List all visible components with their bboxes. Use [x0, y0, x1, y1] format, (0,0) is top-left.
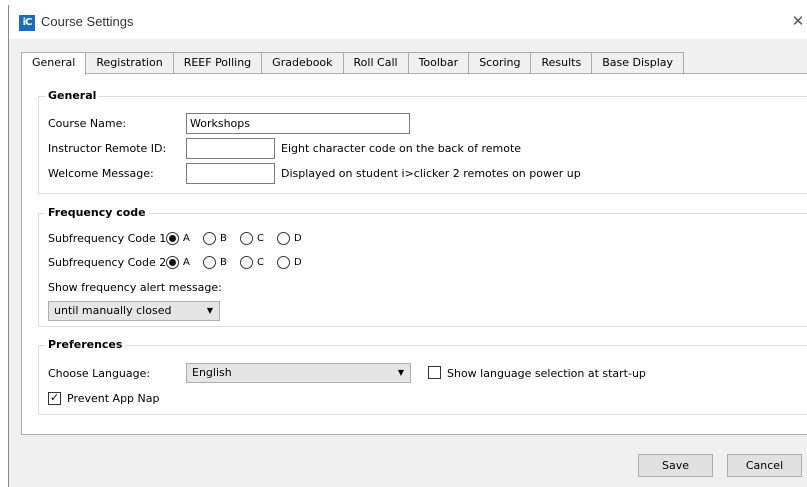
chevron-down-icon: ▼ — [397, 368, 404, 377]
welcome-message-input[interactable] — [186, 163, 275, 184]
cancel-button[interactable]: Cancel — [727, 454, 802, 477]
close-icon[interactable]: ✕ — [790, 13, 806, 29]
sub1-option-a-label: A — [183, 233, 190, 244]
show-language-label: Show language selection at start-up — [447, 367, 646, 380]
sub1-option-c-label: C — [257, 233, 264, 244]
sub2-option-a-label: A — [183, 257, 190, 268]
tab-gradebook[interactable]: Gradebook — [261, 52, 344, 74]
sub1-option-d-label: D — [294, 233, 302, 244]
tab-base-display[interactable]: Base Display — [591, 52, 685, 74]
title-bar: iC Course Settings ✕ — [9, 5, 807, 39]
sub2-option-c-label: C — [257, 257, 264, 268]
subfrequency-code-1-label: Subfrequency Code 1: — [48, 232, 170, 245]
course-settings-dialog: iC Course Settings ✕ General Registratio… — [8, 5, 807, 487]
sub2-radio-d[interactable] — [277, 256, 290, 269]
subfrequency-code-2-label: Subfrequency Code 2: — [48, 256, 170, 269]
instructor-remote-hint: Eight character code on the back of remo… — [281, 142, 522, 155]
sub2-radio-a[interactable] — [166, 256, 179, 269]
language-value: English — [192, 366, 232, 379]
chevron-down-icon: ▼ — [206, 306, 213, 315]
preferences-legend: Preferences — [45, 338, 126, 351]
frequency-alert-label: Show frequency alert message: — [48, 281, 222, 294]
show-language-checkbox[interactable] — [428, 366, 441, 379]
tab-general[interactable]: General — [21, 52, 87, 75]
sub2-option-b-label: B — [220, 257, 227, 268]
general-tab-panel: General Course Name: Instructor Remote I… — [21, 73, 807, 435]
sub2-option-d-label: D — [294, 257, 302, 268]
choose-language-label: Choose Language: — [48, 367, 151, 380]
iclicker-app-icon: iC — [19, 15, 35, 31]
preferences-group: Preferences Choose Language: English ▼ S… — [38, 338, 807, 415]
tab-scoring[interactable]: Scoring — [468, 52, 532, 74]
course-name-input[interactable] — [186, 113, 410, 134]
frequency-alert-value: until manually closed — [54, 304, 172, 317]
save-button[interactable]: Save — [638, 454, 713, 477]
welcome-message-label: Welcome Message: — [48, 167, 154, 180]
sub2-radio-b[interactable] — [203, 256, 216, 269]
tab-roll-call[interactable]: Roll Call — [342, 52, 409, 74]
sub1-radio-b[interactable] — [203, 232, 216, 245]
tab-reef-polling[interactable]: REEF Polling — [172, 52, 263, 74]
frequency-code-legend: Frequency code — [45, 206, 149, 219]
sub1-radio-d[interactable] — [277, 232, 290, 245]
welcome-message-hint: Displayed on student i>clicker 2 remotes… — [281, 167, 581, 180]
sub1-option-b-label: B — [220, 233, 227, 244]
sub2-radio-c[interactable] — [240, 256, 253, 269]
instructor-remote-label: Instructor Remote ID: — [48, 142, 167, 155]
tab-toolbar[interactable]: Toolbar — [407, 52, 470, 74]
window-title: Course Settings — [41, 14, 134, 29]
sub1-radio-a[interactable] — [166, 232, 179, 245]
tab-registration[interactable]: Registration — [85, 52, 174, 74]
tab-results[interactable]: Results — [530, 52, 593, 74]
frequency-code-group: Frequency code Subfrequency Code 1: A B … — [38, 206, 807, 327]
settings-tabs: General Registration REEF Polling Gradeb… — [21, 52, 685, 75]
course-name-label: Course Name: — [48, 117, 127, 130]
prevent-app-nap-label: Prevent App Nap — [67, 392, 160, 405]
instructor-remote-input[interactable] — [186, 138, 275, 159]
sub1-radio-c[interactable] — [240, 232, 253, 245]
general-group-legend: General — [45, 89, 100, 102]
general-group: General Course Name: Instructor Remote I… — [38, 89, 807, 194]
language-dropdown[interactable]: English ▼ — [186, 363, 411, 383]
frequency-alert-dropdown[interactable]: until manually closed ▼ — [48, 301, 220, 321]
prevent-app-nap-checkbox[interactable] — [48, 391, 61, 405]
